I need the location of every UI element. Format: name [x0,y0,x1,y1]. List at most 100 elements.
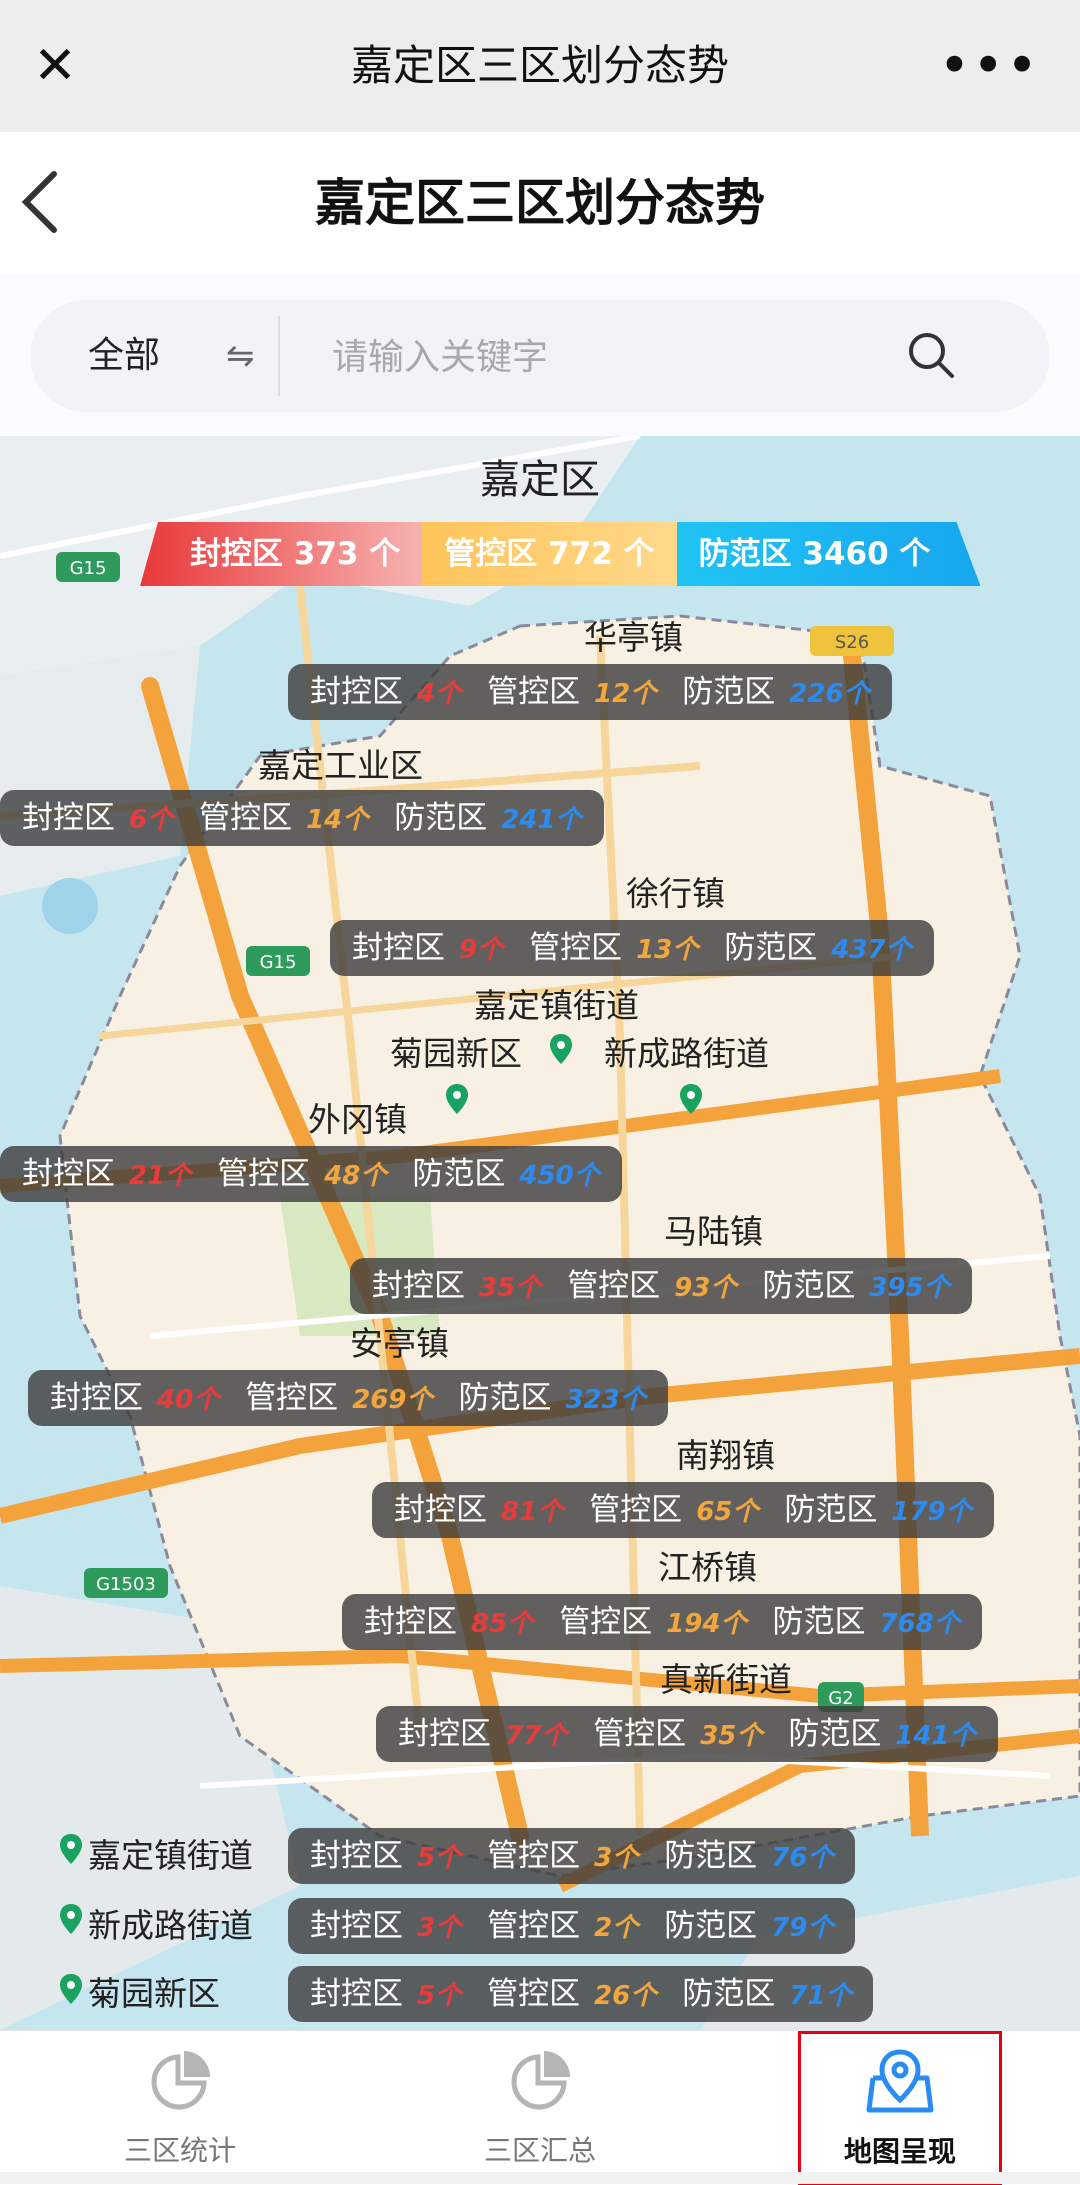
more-icon[interactable]: ••• [938,36,1040,96]
tab-map-view[interactable]: 地图呈现 [798,2031,1002,2185]
sealed-label: 封控区 [50,1380,143,1416]
town-stats-row[interactable]: 封控区 85个 管控区 194个 防范区 768个 [342,1594,982,1650]
controlled-count: 194个 [666,1609,747,1639]
page-title: 嘉定区三区划分态势 [315,174,765,232]
map-pin-icon[interactable] [680,1084,702,1114]
map-pin-icon [60,1904,82,1934]
prevention-label: 防范区 [412,1156,506,1192]
prevention-count: 241个 [501,805,582,835]
prevention-count: 79个 [771,1913,834,1943]
pie-chart-icon [511,2051,570,2110]
sealed-count: 5个 [417,1843,462,1873]
map-view[interactable]: G15 S26 G15 G1503 G2 嘉定区 封控区 373 个 管控区 7… [0,436,1080,2030]
controlled-label: 管控区 [559,1604,653,1640]
bottom-tab-bar: 三区统计 三区汇总 地图呈现 [0,2030,1080,2185]
prevention-label: 防范区 [772,1604,866,1640]
pin-label: 菊园新区 [390,1034,522,1073]
prevention-count: 768个 [879,1609,960,1639]
sealed-count: 9个 [459,935,504,965]
prevention-label: 防范区 [458,1380,552,1416]
town-stats-row[interactable]: 封控区 4个 管控区 12个 防范区 226个 [288,664,892,720]
app-bar: ✕ 嘉定区三区划分态势 ••• [0,0,1080,132]
district-title: 嘉定区 [480,457,600,503]
pin-label: 新成路街道 [604,1034,769,1073]
legend-stats-row[interactable]: 封控区 3个 管控区 2个 防范区 79个 [288,1898,856,1954]
tab-three-zone-stats[interactable]: 三区统计 [70,2031,290,2185]
search-section: 全部 ⇋ [0,274,1080,436]
road-label: S26 [835,632,869,653]
town-stats-row[interactable]: 封控区 21个 管控区 48个 防范区 450个 [0,1146,622,1202]
controlled-count: 12个 [594,679,657,709]
town-stats-row[interactable]: 封控区 40个 管控区 269个 防范区 323个 [28,1370,668,1426]
town-stats-row[interactable]: 封控区 6个 管控区 14个 防范区 241个 [0,790,604,846]
town-stats-row[interactable]: 封控区 81个 管控区 65个 防范区 179个 [372,1482,994,1538]
town-name: 华亭镇 [584,618,683,657]
sealed-count: 3个 [417,1913,462,1943]
sealed-label: 封控区 [394,1492,487,1528]
legend-stats-row[interactable]: 封控区 5个 管控区 3个 防范区 76个 [288,1828,856,1884]
prevention-label: 防范区 [664,1908,758,1944]
controlled-label: 管控区 [487,1838,581,1874]
prevention-count: 76个 [771,1843,834,1873]
sealed-label: 封控区 [22,800,115,836]
tab-label: 三区统计 [123,2134,236,2167]
prevention-label: 防范区 [762,1268,856,1304]
sealed-count: 81个 [501,1497,564,1527]
controlled-label: 管控区 [593,1716,687,1752]
sealed-count: 40个 [157,1385,220,1415]
map-pin-icon[interactable] [550,1034,572,1064]
map-pin-icon [60,1974,82,2004]
divider [278,316,280,396]
prevention-label: 防范区 [394,800,488,836]
sealed-count: 4个 [417,679,462,709]
sealed-label: 封控区 [310,1976,403,2012]
summary-sealed: 封控区 373 个 [140,522,423,586]
sealed-count: 77个 [505,1721,568,1751]
town-stats-row[interactable]: 封控区 9个 管控区 13个 防范区 437个 [330,920,934,976]
town-stats-row[interactable]: 封控区 35个 管控区 93个 防范区 395个 [350,1258,972,1314]
prevention-label: 防范区 [724,930,818,966]
road-label: G15 [70,558,107,579]
tab-label: 三区汇总 [483,2134,596,2167]
road-label: G15 [260,952,297,973]
controlled-label: 管控区 [589,1492,683,1528]
summary-banner: 封控区 373 个 管控区 772 个 防范区 3460 个 [140,522,980,586]
prevention-label: 防范区 [682,1976,776,2012]
sealed-label: 封控区 [310,674,403,710]
controlled-label: 管控区 [487,1908,581,1944]
legend-label: 新成路街道 [88,1906,253,1945]
town-name: 南翔镇 [676,1436,775,1475]
legend-label: 菊园新区 [88,1974,220,2013]
controlled-label: 管控区 [567,1268,661,1304]
prevention-count: 179个 [891,1497,972,1527]
controlled-count: 93个 [674,1273,737,1303]
pin-label: 嘉定镇街道 [474,986,639,1025]
search-icon[interactable] [902,326,962,386]
summary-controlled: 管控区 772 个 [422,522,677,586]
town-stats-row[interactable]: 封控区 77个 管控区 35个 防范区 141个 [376,1706,998,1762]
category-selector[interactable]: 全部 [88,328,160,384]
prevention-count: 450个 [519,1161,600,1191]
controlled-label: 管控区 [487,1976,581,2012]
sealed-count: 85个 [471,1609,534,1639]
legend-stats-row[interactable]: 封控区 5个 管控区 26个 防范区 71个 [288,1966,874,2022]
sealed-count: 5个 [417,1981,462,2011]
controlled-count: 65个 [696,1497,759,1527]
map-pin-icon[interactable] [446,1084,468,1114]
controlled-count: 26个 [594,1981,657,2011]
town-name: 徐行镇 [626,874,725,913]
controlled-label: 管控区 [217,1156,311,1192]
prevention-count: 71个 [789,1981,852,2011]
town-name: 江桥镇 [658,1548,757,1587]
legend-label: 嘉定镇街道 [88,1836,253,1875]
prevention-count: 437个 [831,935,912,965]
prevention-label: 防范区 [784,1492,878,1528]
sealed-label: 封控区 [22,1156,115,1192]
swap-icon[interactable]: ⇋ [226,328,255,384]
sealed-label: 封控区 [372,1268,465,1304]
tab-label: 地图呈现 [843,2135,956,2168]
search-input[interactable] [330,322,894,392]
tab-three-zone-summary[interactable]: 三区汇总 [430,2031,650,2185]
controlled-count: 48个 [324,1161,387,1191]
map-pin-icon [60,1834,82,1864]
